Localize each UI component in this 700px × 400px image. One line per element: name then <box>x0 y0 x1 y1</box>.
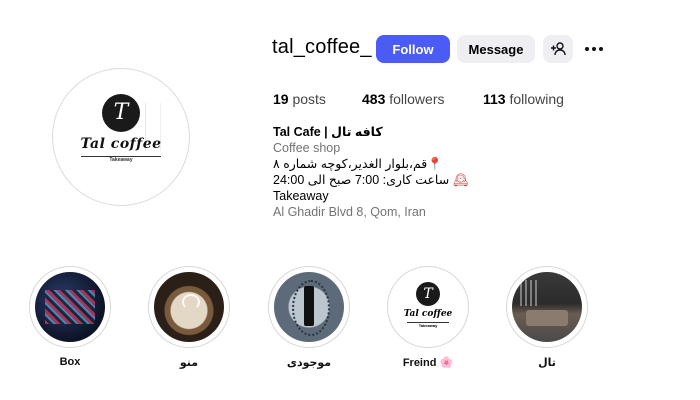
highlight-label: موجودی <box>286 357 332 369</box>
highlight-inventory[interactable]: موجودی <box>267 266 351 369</box>
bio-address-en[interactable]: Al Ghadir Blvd 8, Qom, Iran <box>273 204 603 220</box>
pin-icon: 📍 <box>427 157 443 171</box>
profile-avatar[interactable]: T Tal coffee Takeaway <box>52 68 190 206</box>
logo-brand-name: Tal coffee <box>80 136 162 152</box>
highlight-tal[interactable]: تال <box>505 266 589 369</box>
logo-tagline: Takeaway <box>109 157 133 163</box>
logo-tagline: Takeaway <box>418 323 438 328</box>
follow-button[interactable]: Follow <box>376 35 450 63</box>
logo-brand-name: Tal coffee <box>403 309 453 319</box>
highlight-label: Freind 🌸 <box>402 357 454 369</box>
message-button[interactable]: Message <box>457 35 535 63</box>
more-options-icon[interactable] <box>583 38 605 60</box>
highlight-ring: T Tal coffee Takeaway <box>387 266 469 348</box>
bio-title: Tal Cafe | کافه تال <box>273 125 383 139</box>
tal-coffee-logo: T Tal coffee Takeaway <box>393 272 463 342</box>
following-count-value: 113 <box>483 91 506 107</box>
bio-hours-text: ساعت کاری: 7:00 صبح الی 24:00 <box>273 173 450 187</box>
highlight-label: تال <box>538 357 556 369</box>
following-count[interactable]: 113 following <box>483 91 564 107</box>
logo-letter: T <box>113 100 129 125</box>
highlight-cover-image <box>35 272 105 342</box>
highlight-ring <box>148 266 230 348</box>
followers-count-label: followers <box>389 91 445 107</box>
posts-count-label: posts <box>292 91 326 107</box>
logo-emblem: T <box>102 94 140 132</box>
bio-hours: ساعت کاری: 7:00 صبح الی 24:00 🕰 <box>273 172 603 188</box>
posts-count[interactable]: 19 posts <box>273 91 326 107</box>
highlight-menu[interactable]: منو <box>147 266 231 369</box>
profile-username: tal_coffee_ <box>272 36 372 58</box>
followers-count[interactable]: 483 followers <box>362 91 445 107</box>
followers-count-value: 483 <box>362 91 386 107</box>
logo-emblem: T <box>416 282 440 306</box>
highlight-cover-image <box>154 272 224 342</box>
highlight-cover-image: T Tal coffee Takeaway <box>393 272 463 342</box>
add-person-icon <box>551 42 566 56</box>
bio-takeaway: Takeaway <box>273 189 329 203</box>
highlight-label: منو <box>179 357 199 369</box>
highlight-ring <box>29 266 111 348</box>
tal-coffee-logo: T Tal coffee Takeaway <box>67 91 175 169</box>
bio-category[interactable]: Coffee shop <box>273 140 603 156</box>
highlight-label: Box <box>59 356 81 368</box>
bio-address-fa: قم،بلوار الغدیر،کوچه شماره ۸📍 <box>273 156 603 172</box>
suggested-accounts-button[interactable] <box>543 35 573 63</box>
profile-bio: Tal Cafe | کافه تال Coffee shop قم،بلوار… <box>273 124 603 220</box>
bio-address-text: قم،بلوار الغدیر،کوچه شماره ۸ <box>273 157 428 171</box>
clock-icon: 🕰 <box>452 173 469 187</box>
highlight-cover-image <box>512 272 582 342</box>
highlight-box[interactable]: Box <box>28 266 112 368</box>
posts-count-value: 19 <box>273 91 289 107</box>
following-count-label: following <box>509 91 564 107</box>
highlight-cover-image <box>274 272 344 342</box>
highlight-ring <box>268 266 350 348</box>
highlight-ring <box>506 266 588 348</box>
highlight-freind[interactable]: T Tal coffee Takeaway Freind 🌸 <box>386 266 470 369</box>
